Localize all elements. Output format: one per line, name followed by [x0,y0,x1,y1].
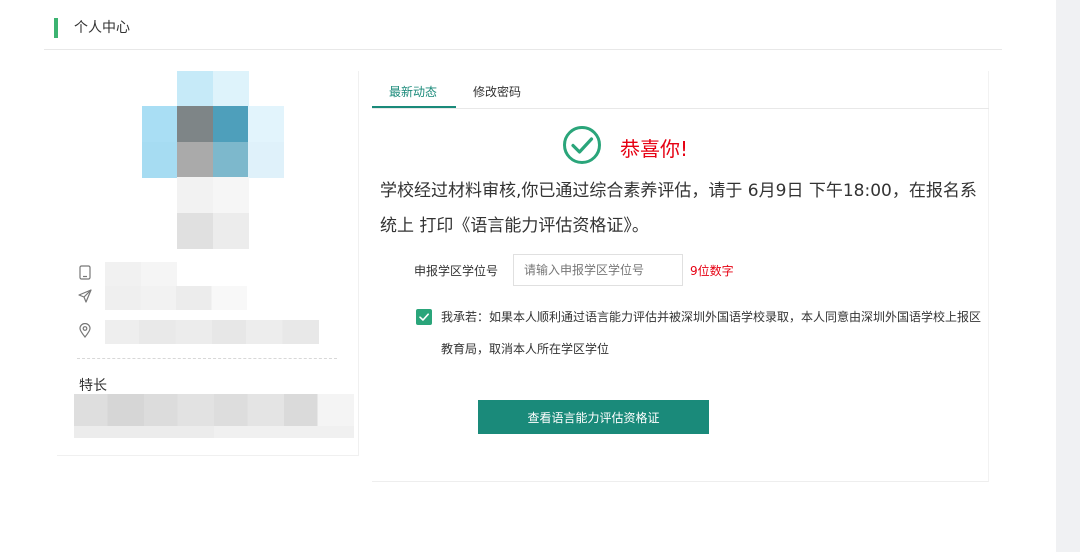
tab-bar: 最新动态 修改密码 [372,71,989,109]
divider [77,358,337,359]
checkmark-icon [419,313,429,321]
content-panel: 最新动态 修改密码 恭喜你! 学校经过材料审核,你已通过综合素养评估，请于 6月… [372,71,989,482]
tab-latest-news[interactable]: 最新动态 [389,83,437,100]
email-value-redacted [105,286,247,310]
header-accent-bar [54,18,58,38]
active-tab-indicator [372,106,456,108]
location-icon [77,322,93,339]
success-check-icon [563,126,601,164]
school-district-field: 申报学区学位号 9位数字 [372,254,989,286]
school-district-input[interactable] [513,254,683,286]
congrats-text: 恭喜你! [620,137,689,161]
address-value-redacted [105,320,319,344]
scrollbar-track[interactable] [1056,0,1080,552]
field-label: 申报学区学位号 [414,264,499,278]
view-certificate-button[interactable]: 查看语言能力评估资格证 [478,400,709,434]
avatar [142,71,284,249]
page: 个人中心 特长 最新动态 修改密码 恭喜你! 学校经过材料审核,你已通过综合素养… [0,0,1080,552]
field-hint: 9位数字 [690,264,734,278]
agreement-checkbox[interactable] [416,309,432,325]
tab-change-password[interactable]: 修改密码 [473,83,521,100]
agreement-text: 我承若：如果本人顺利通过语言能力评估并被深圳外国语学校录取，本人同意由深圳外国语… [441,310,982,356]
page-header: 个人中心 [44,0,1002,50]
page-title: 个人中心 [74,20,130,36]
phone-icon [77,265,93,281]
skills-value-redacted [74,394,354,438]
phone-value-redacted [105,262,177,286]
profile-card: 特长 [57,71,359,456]
send-icon [77,289,93,305]
notice-message: 学校经过材料审核,你已通过综合素养评估，请于 6月9日 下午18:00，在报名系… [380,181,977,236]
skills-label: 特长 [79,378,107,394]
